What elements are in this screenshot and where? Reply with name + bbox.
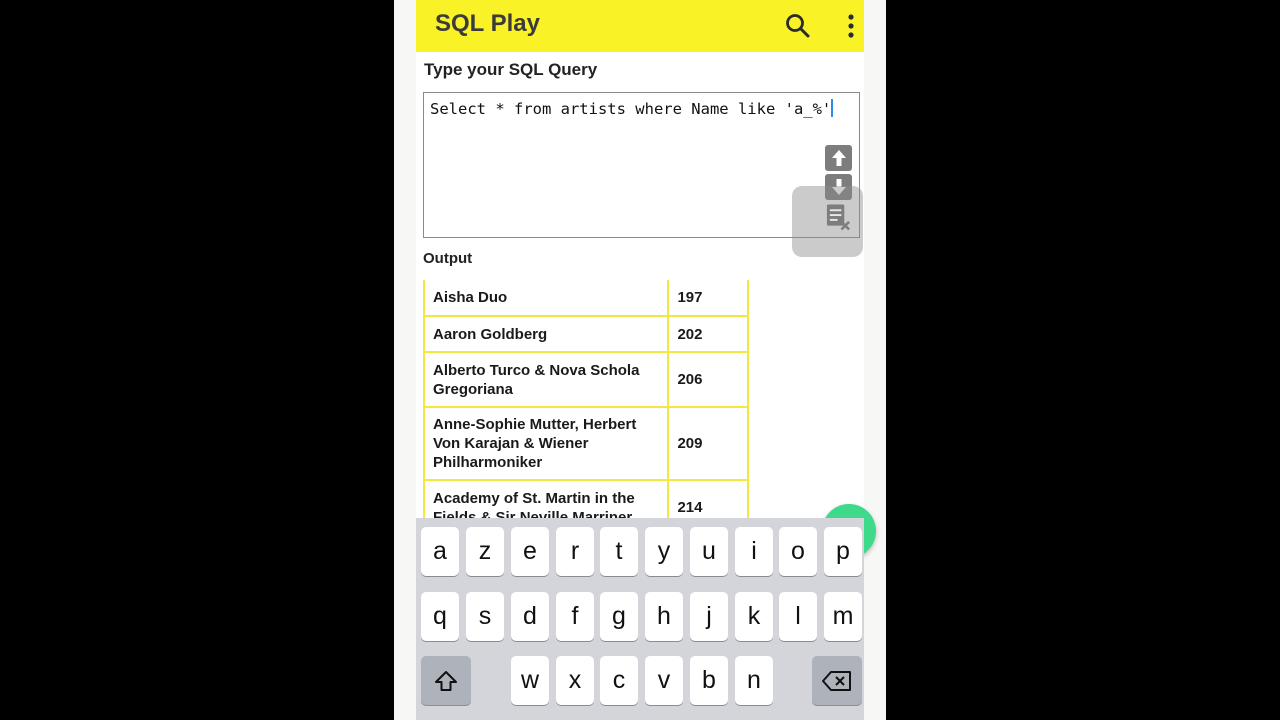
key-j[interactable]: j	[690, 592, 728, 641]
cell-id: 209	[667, 406, 749, 481]
cell-name: Aaron Goldberg	[423, 315, 670, 353]
output-table: Aisha Duo 197 Aaron Goldberg 202 Alberto…	[423, 280, 749, 518]
cell-id: 202	[667, 315, 749, 353]
main-content: Type your SQL Query Select * from artist…	[416, 52, 876, 558]
table-row: Alberto Turco & Nova Schola Gregoriana 2…	[423, 351, 749, 408]
key-c[interactable]: c	[600, 656, 638, 705]
key-m[interactable]: m	[824, 592, 862, 641]
key-h[interactable]: h	[645, 592, 683, 641]
cell-id: 206	[667, 351, 749, 408]
key-f[interactable]: f	[556, 592, 594, 641]
key-y[interactable]: y	[645, 527, 683, 576]
key-q[interactable]: q	[421, 592, 459, 641]
key-d[interactable]: d	[511, 592, 549, 641]
phone-screen: SQL Play Type your SQL Query Select * fr…	[394, 0, 886, 720]
key-v[interactable]: v	[645, 656, 683, 705]
key-t[interactable]: t	[600, 527, 638, 576]
search-icon[interactable]	[784, 12, 812, 40]
shift-key[interactable]	[421, 656, 471, 705]
key-l[interactable]: l	[779, 592, 817, 641]
text-caret	[831, 99, 834, 117]
more-vertical-icon[interactable]	[846, 12, 856, 40]
cell-name: Aisha Duo	[423, 280, 670, 317]
app-bar: SQL Play	[416, 0, 864, 52]
table-row: Aisha Duo 197	[423, 280, 749, 317]
key-k[interactable]: k	[735, 592, 773, 641]
key-a[interactable]: a	[421, 527, 459, 576]
key-n[interactable]: n	[735, 656, 773, 705]
cell-name: Alberto Turco & Nova Schola Gregoriana	[423, 351, 670, 408]
backspace-key[interactable]	[812, 656, 862, 705]
clear-query-button[interactable]	[825, 204, 852, 231]
key-x[interactable]: x	[556, 656, 594, 705]
backspace-icon	[822, 670, 851, 691]
key-p[interactable]: p	[824, 527, 862, 576]
clear-text-icon	[826, 204, 850, 231]
query-text: Select * from artists where Name like 'a…	[430, 100, 832, 118]
cell-name: Anne-Sophie Mutter, Herbert Von Karajan …	[423, 406, 670, 481]
key-u[interactable]: u	[690, 527, 728, 576]
cell-id: 197	[667, 280, 749, 317]
app-title: SQL Play	[435, 10, 540, 37]
on-screen-keyboard: a z e r t y u i o p q s d f g h j k l m …	[416, 518, 864, 720]
shift-icon	[435, 670, 457, 691]
output-label: Output	[423, 250, 473, 267]
table-row: Anne-Sophie Mutter, Herbert Von Karajan …	[423, 406, 749, 481]
key-s[interactable]: s	[466, 592, 504, 641]
key-z[interactable]: z	[466, 527, 504, 576]
key-i[interactable]: i	[735, 527, 773, 576]
key-w[interactable]: w	[511, 656, 549, 705]
history-up-button[interactable]	[825, 145, 852, 171]
key-e[interactable]: e	[511, 527, 549, 576]
key-o[interactable]: o	[779, 527, 817, 576]
table-row: Aaron Goldberg 202	[423, 315, 749, 353]
cell-id: 214	[667, 479, 749, 518]
cell-name: Academy of St. Martin in the Fields & Si…	[423, 479, 670, 518]
table-row: Academy of St. Martin in the Fields & Si…	[423, 479, 749, 518]
query-label: Type your SQL Query	[424, 60, 598, 79]
arrow-up-icon	[831, 150, 846, 166]
key-g[interactable]: g	[600, 592, 638, 641]
key-b[interactable]: b	[690, 656, 728, 705]
key-r[interactable]: r	[556, 527, 594, 576]
